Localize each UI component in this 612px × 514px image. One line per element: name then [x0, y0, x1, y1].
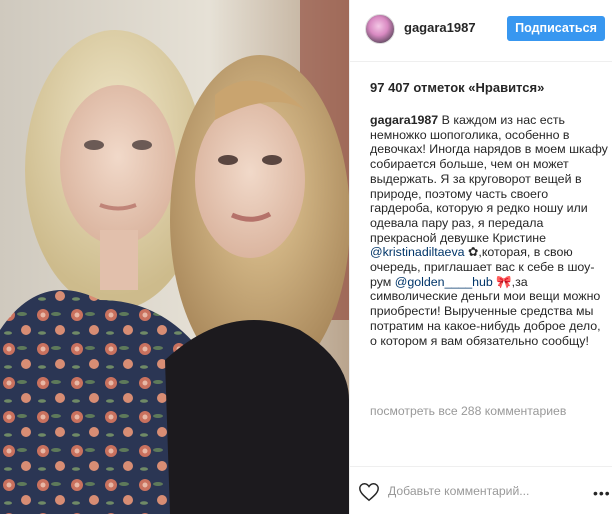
mention-kristinadiltaeva[interactable]: @kristinadiltaeva	[370, 245, 465, 259]
selfie-image	[0, 0, 349, 514]
comment-bar: •••	[350, 466, 612, 514]
caption-username[interactable]: gagara1987	[370, 113, 438, 127]
post-username[interactable]: gagara1987	[404, 20, 476, 35]
post-header: gagara1987 Подписаться	[350, 0, 612, 62]
follow-button[interactable]: Подписаться	[507, 16, 605, 41]
profile-avatar[interactable]	[365, 14, 395, 44]
post-sidebar: gagara1987 Подписаться 97 407 отметок «Н…	[349, 0, 612, 514]
view-all-comments-link[interactable]: посмотреть все 288 комментариев	[370, 404, 566, 418]
mention-golden-hub[interactable]: @golden____hub	[395, 275, 493, 289]
instagram-post-view: gagara1987 Подписаться 97 407 отметок «Н…	[0, 0, 612, 514]
likes-count[interactable]: 97 407 отметок «Нравится»	[370, 80, 544, 95]
more-options-icon[interactable]: •••	[593, 485, 611, 501]
caption-text-1: В каждом из нас есть немножко шопоголика…	[370, 113, 608, 245]
post-photo[interactable]	[0, 0, 349, 514]
post-caption: gagara1987 В каждом из нас есть немножко…	[370, 113, 608, 348]
heart-outline-icon[interactable]	[358, 481, 380, 503]
add-comment-input[interactable]	[388, 481, 548, 501]
